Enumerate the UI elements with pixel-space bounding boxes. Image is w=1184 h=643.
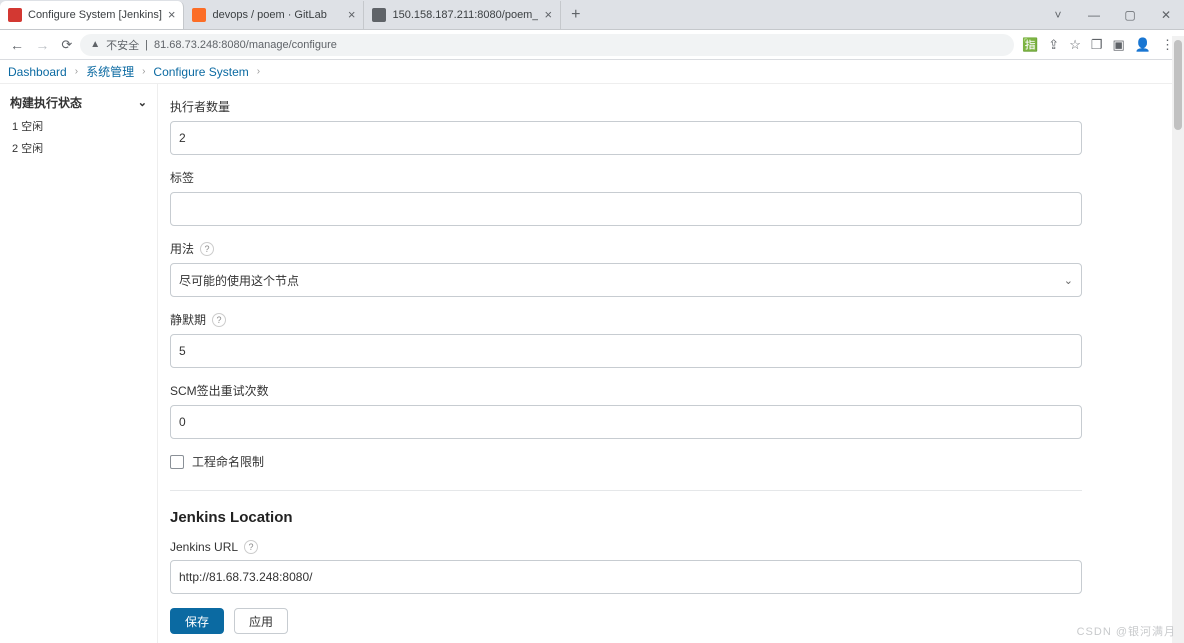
extensions-icon[interactable]: ❐: [1091, 37, 1103, 53]
chevron-right-icon: ›: [75, 66, 78, 77]
share-icon[interactable]: ⇪: [1048, 37, 1059, 53]
sidebar: 构建执行状态 ⌄ 1 空闲 2 空闲: [0, 84, 158, 643]
window-controls: ˅ — ▢ ✕: [1040, 8, 1184, 22]
nav-arrows: ← →: [6, 37, 53, 53]
reload-icon[interactable]: ⟳: [61, 37, 72, 53]
breadcrumb: Dashboard › 系统管理 › Configure System ›: [0, 60, 1184, 84]
apply-button[interactable]: 应用: [234, 608, 288, 634]
window-dropdown-icon[interactable]: ˅: [1040, 8, 1076, 22]
breadcrumb-manage[interactable]: 系统管理: [86, 63, 134, 80]
sidebar-header-build-queue[interactable]: 构建执行状态 ⌄: [8, 90, 149, 115]
window-close-icon[interactable]: ✕: [1148, 8, 1184, 22]
tab-title: Configure System [Jenkins]: [28, 9, 162, 21]
security-label: 不安全: [106, 37, 139, 53]
sidebar-header-label: 构建执行状态: [10, 94, 82, 111]
tab-gitlab[interactable]: devops / poem · GitLab ×: [184, 1, 364, 29]
labels-input[interactable]: [170, 192, 1082, 226]
back-icon[interactable]: ←: [6, 37, 28, 53]
insecure-icon: ▲: [90, 39, 100, 50]
scrollbar-thumb[interactable]: [1174, 40, 1182, 130]
sidebar-item-executor-1[interactable]: 1 空闲: [8, 115, 149, 137]
tab-title: 150.158.187.211:8080/poem_: [392, 9, 538, 21]
help-icon[interactable]: ?: [212, 313, 226, 327]
usage-select[interactable]: 尽可能的使用这个节点 ⌄: [170, 263, 1082, 297]
jenkins-url-input[interactable]: [170, 560, 1082, 594]
chevron-right-icon: ›: [142, 66, 145, 77]
breadcrumb-dashboard[interactable]: Dashboard: [8, 65, 67, 79]
label-labels: 标签: [170, 169, 1082, 186]
section-jenkins-location: Jenkins Location: [170, 509, 1082, 526]
close-icon[interactable]: ×: [168, 7, 176, 22]
toolbar-right: 🈯 ⇪ ☆ ❐ ▣ 👤 ⋮: [1022, 37, 1178, 53]
restrict-naming-checkbox[interactable]: [170, 455, 184, 469]
bottom-action-bar: 保存 应用: [170, 599, 1172, 643]
executors-input[interactable]: [170, 121, 1082, 155]
browser-tab-bar: Configure System [Jenkins] × devops / po…: [0, 0, 1184, 30]
page-icon: [372, 8, 386, 22]
tab-other[interactable]: 150.158.187.211:8080/poem_ ×: [364, 1, 561, 29]
divider: [170, 490, 1082, 491]
chevron-right-icon: ›: [257, 66, 260, 77]
chevron-down-icon: ⌄: [1064, 274, 1073, 287]
chevron-down-icon: ⌄: [138, 96, 147, 109]
label-jenkins-url: Jenkins URL ?: [170, 540, 1082, 554]
new-tab-button[interactable]: +: [561, 6, 590, 24]
jenkins-icon: [8, 8, 22, 22]
window-maximize-icon[interactable]: ▢: [1112, 8, 1148, 22]
panel-icon[interactable]: ▣: [1113, 37, 1125, 53]
address-bar: ← → ⟳ ▲ 不安全 | 81.68.73.248:8080/manage/c…: [0, 30, 1184, 60]
close-icon[interactable]: ×: [348, 7, 356, 22]
tab-title: devops / poem · GitLab: [212, 9, 341, 21]
save-button[interactable]: 保存: [170, 608, 224, 634]
close-icon[interactable]: ×: [544, 7, 552, 22]
breadcrumb-configure[interactable]: Configure System: [153, 65, 248, 79]
url-box[interactable]: ▲ 不安全 | 81.68.73.248:8080/manage/configu…: [80, 34, 1014, 56]
tab-jenkins[interactable]: Configure System [Jenkins] ×: [0, 1, 184, 29]
scm-retry-input[interactable]: [170, 405, 1082, 439]
help-icon[interactable]: ?: [200, 242, 214, 256]
label-usage: 用法 ?: [170, 240, 1082, 257]
label-scm: SCM签出重试次数: [170, 382, 1082, 399]
sidebar-item-executor-2[interactable]: 2 空闲: [8, 137, 149, 159]
restrict-naming-label: 工程命名限制: [192, 453, 264, 470]
star-icon[interactable]: ☆: [1069, 37, 1081, 53]
quiet-input[interactable]: [170, 334, 1082, 368]
help-icon[interactable]: ?: [244, 540, 258, 554]
account-icon[interactable]: 👤: [1135, 37, 1151, 53]
label-executors: 执行者数量: [170, 98, 1082, 115]
watermark: CSDN @银河满月: [1077, 623, 1176, 639]
main-content: 执行者数量 标签 用法 ? 尽可能的使用这个节点 ⌄ 静默期 ? SCM签出重试…: [158, 84, 1184, 643]
translate-icon[interactable]: 🈯: [1022, 37, 1038, 53]
usage-value: 尽可能的使用这个节点: [179, 272, 299, 289]
url-text: 81.68.73.248:8080/manage/configure: [154, 39, 337, 51]
window-minimize-icon[interactable]: —: [1076, 8, 1112, 22]
label-quiet: 静默期 ?: [170, 311, 1082, 328]
gitlab-icon: [192, 8, 206, 22]
forward-icon[interactable]: →: [31, 37, 53, 53]
